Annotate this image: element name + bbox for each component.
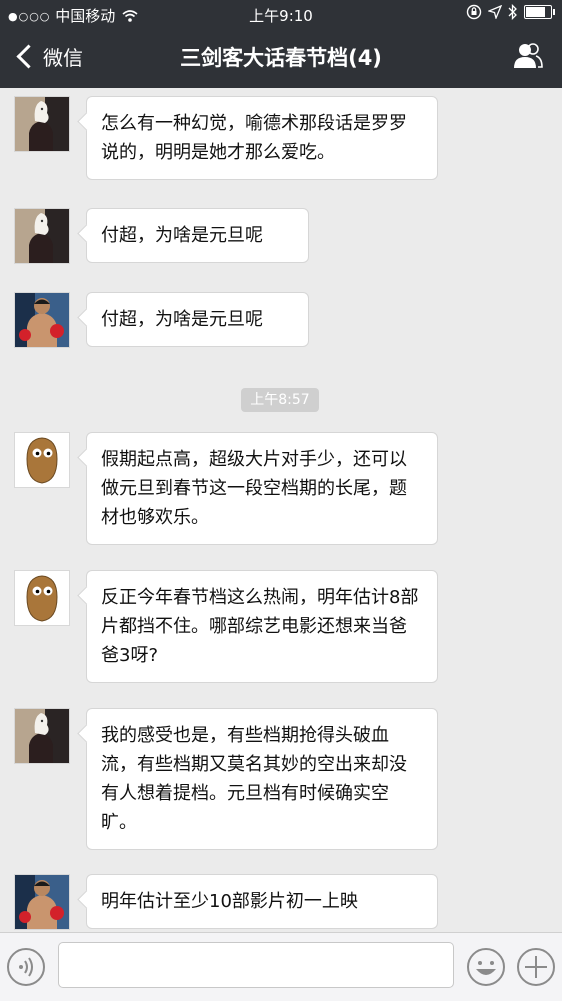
message-bubble[interactable]: 付超，为啥是元旦呢 <box>86 208 309 263</box>
message-bubble[interactable]: 假期起点高，超级大片对手少，还可以做元旦到春节这一段空档期的长尾，题材也够欢乐。 <box>86 432 438 545</box>
message-text: 付超，为啥是元旦呢 <box>101 225 263 246</box>
boxer-avatar[interactable] <box>14 874 70 930</box>
message-input[interactable] <box>58 942 454 988</box>
voice-input-icon[interactable] <box>6 947 46 987</box>
rotation-lock-icon <box>466 4 482 20</box>
message-bubble[interactable]: 我的感受也是，有些档期抢得头破血流，有些档期又莫名其妙的空出来却没有人想着提档。… <box>86 708 438 850</box>
location-arrow-icon <box>488 5 502 19</box>
emoji-icon[interactable] <box>466 947 506 987</box>
boxer-avatar[interactable] <box>14 292 70 348</box>
wallnut-avatar[interactable] <box>14 432 70 488</box>
top-bar: ●○○○ 中国移动 上午9:10 微信 三剑客大话春节档(4) <box>0 0 562 88</box>
message-bubble[interactable]: 付超，为啥是元旦呢 <box>86 292 309 347</box>
message-bubble[interactable]: 反正今年春节档这么热闹，明年估计8部片都挡不住。哪部综艺电影还想来当爸爸3呀? <box>86 570 438 683</box>
message-bubble[interactable]: 怎么有一种幻觉，喻德术那段话是罗罗说的，明明是她才那么爱吃。 <box>86 96 438 180</box>
input-bar <box>0 932 562 1001</box>
plus-icon[interactable] <box>516 947 556 987</box>
message-bubble[interactable]: 明年估计至少10部影片初一上映 <box>86 874 438 929</box>
battery-icon <box>524 5 555 19</box>
chat-title: 三剑客大话春节档(4) <box>180 46 382 70</box>
message-text: 付超，为啥是元旦呢 <box>101 309 263 330</box>
timestamp-divider: 上午8:57 <box>241 388 319 412</box>
status-icons <box>466 4 555 20</box>
wallnut-avatar[interactable] <box>14 570 70 626</box>
nav-bar: 微信 三剑客大话春节档(4) <box>0 28 562 88</box>
message-text: 假期起点高，超级大片对手少，还可以做元旦到春节这一段空档期的长尾，题材也够欢乐。 <box>101 449 407 528</box>
battery-fill <box>526 7 545 17</box>
bluetooth-icon <box>508 4 517 20</box>
message-text: 明年估计至少10部影片初一上映 <box>101 891 358 912</box>
group-members-icon[interactable] <box>512 40 544 72</box>
message-text: 我的感受也是，有些档期抢得头破血流，有些档期又莫名其妙的空出来却没有人想着提档。… <box>101 725 407 833</box>
message-text: 反正今年春节档这么热闹，明年估计8部片都挡不住。哪部综艺电影还想来当爸爸3呀? <box>101 587 419 666</box>
status-bar: ●○○○ 中国移动 上午9:10 <box>0 0 562 28</box>
message-text: 怎么有一种幻觉，喻德术那段话是罗罗说的，明明是她才那么爱吃。 <box>101 113 407 163</box>
horse-mask-avatar[interactable] <box>14 96 70 152</box>
horse-mask-avatar[interactable] <box>14 708 70 764</box>
horse-mask-avatar[interactable] <box>14 208 70 264</box>
chat-area[interactable]: 怎么有一种幻觉，喻德术那段话是罗罗说的，明明是她才那么爱吃。 付超，为啥是元旦呢… <box>0 88 562 932</box>
